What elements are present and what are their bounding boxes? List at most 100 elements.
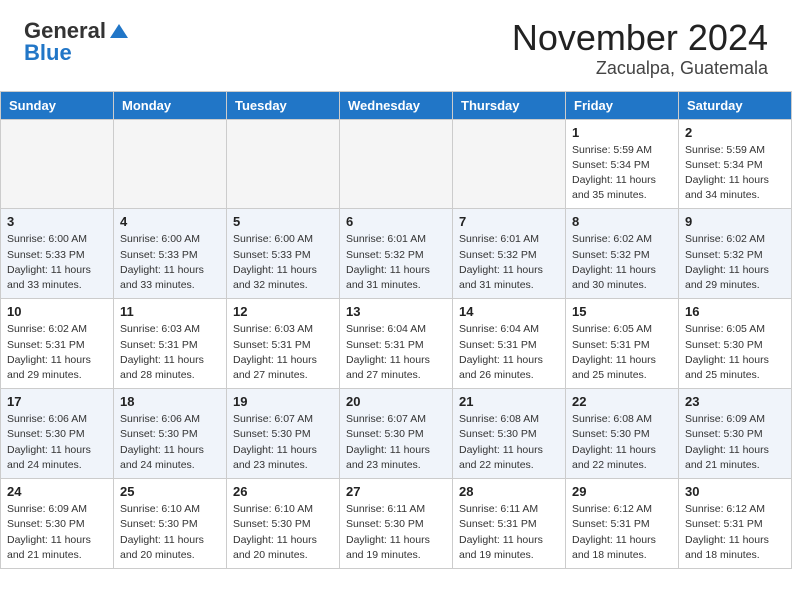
day-number: 20 — [346, 394, 446, 409]
calendar-cell: 29 Sunrise: 6:12 AMSunset: 5:31 PMDayligh… — [566, 479, 679, 569]
day-info: Sunrise: 6:00 AMSunset: 5:33 PMDaylight:… — [233, 232, 333, 293]
day-number: 16 — [685, 304, 785, 319]
day-number: 6 — [346, 214, 446, 229]
logo-blue-text: Blue — [24, 40, 72, 66]
calendar-cell: 30Sunrise: 6:12 AMSunset: 5:31 PMDayligh… — [679, 479, 792, 569]
day-number: 4 — [120, 214, 220, 229]
day-info: Sunrise: 6:11 AMSunset: 5:30 PMDaylight:… — [346, 502, 446, 563]
calendar-cell: 10 Sunrise: 6:02 AMSunset: 5:31 PMDayligh… — [1, 299, 114, 389]
day-number: 25 — [120, 484, 220, 499]
calendar-cell — [1, 119, 114, 209]
day-info: Sunrise: 6:03 AMSunset: 5:31 PMDaylight:… — [233, 322, 333, 383]
calendar-cell: 14 Sunrise: 6:04 AMSunset: 5:31 PMDayligh… — [453, 299, 566, 389]
day-number: 10 — [7, 304, 107, 319]
calendar-cell — [114, 119, 227, 209]
calendar-cell — [340, 119, 453, 209]
day-info: Sunrise: 6:02 AMSunset: 5:32 PMDaylight:… — [572, 232, 672, 293]
day-number: 19 — [233, 394, 333, 409]
calendar-cell — [453, 119, 566, 209]
calendar-cell: 20 Sunrise: 6:07 AMSunset: 5:30 PMDayligh… — [340, 389, 453, 479]
calendar-table: SundayMondayTuesdayWednesdayThursdayFrid… — [0, 91, 792, 569]
logo-icon — [108, 20, 130, 42]
calendar-header-row: SundayMondayTuesdayWednesdayThursdayFrid… — [1, 91, 792, 119]
day-number: 28 — [459, 484, 559, 499]
day-info: Sunrise: 5:59 AMSunset: 5:34 PMDaylight:… — [685, 143, 785, 204]
calendar-cell: 6 Sunrise: 6:01 AMSunset: 5:32 PMDaylight… — [340, 209, 453, 299]
calendar-cell: 13 Sunrise: 6:04 AMSunset: 5:31 PMDayligh… — [340, 299, 453, 389]
day-number: 26 — [233, 484, 333, 499]
day-info: Sunrise: 6:10 AMSunset: 5:30 PMDaylight:… — [233, 502, 333, 563]
day-info: Sunrise: 6:04 AMSunset: 5:31 PMDaylight:… — [346, 322, 446, 383]
day-info: Sunrise: 6:02 AMSunset: 5:32 PMDaylight:… — [685, 232, 785, 293]
calendar-week-row: 10 Sunrise: 6:02 AMSunset: 5:31 PMDayligh… — [1, 299, 792, 389]
calendar-cell: 4 Sunrise: 6:00 AMSunset: 5:33 PMDaylight… — [114, 209, 227, 299]
calendar-cell: 25 Sunrise: 6:10 AMSunset: 5:30 PMDayligh… — [114, 479, 227, 569]
calendar-cell: 28 Sunrise: 6:11 AMSunset: 5:31 PMDayligh… — [453, 479, 566, 569]
day-number: 15 — [572, 304, 672, 319]
day-number: 3 — [7, 214, 107, 229]
col-header-tuesday: Tuesday — [227, 91, 340, 119]
day-info: Sunrise: 6:12 AMSunset: 5:31 PMDaylight:… — [685, 502, 785, 563]
calendar-cell: 26 Sunrise: 6:10 AMSunset: 5:30 PMDayligh… — [227, 479, 340, 569]
day-info: Sunrise: 6:10 AMSunset: 5:30 PMDaylight:… — [120, 502, 220, 563]
day-number: 12 — [233, 304, 333, 319]
day-number: 22 — [572, 394, 672, 409]
day-info: Sunrise: 6:08 AMSunset: 5:30 PMDaylight:… — [459, 412, 559, 473]
day-info: Sunrise: 6:00 AMSunset: 5:33 PMDaylight:… — [120, 232, 220, 293]
calendar-cell: 1 Sunrise: 5:59 AMSunset: 5:34 PMDaylight… — [566, 119, 679, 209]
day-info: Sunrise: 6:03 AMSunset: 5:31 PMDaylight:… — [120, 322, 220, 383]
col-header-friday: Friday — [566, 91, 679, 119]
calendar-week-row: 24 Sunrise: 6:09 AMSunset: 5:30 PMDayligh… — [1, 479, 792, 569]
calendar-cell: 5Sunrise: 6:00 AMSunset: 5:33 PMDaylight… — [227, 209, 340, 299]
calendar-cell: 16 Sunrise: 6:05 AMSunset: 5:30 PMDayligh… — [679, 299, 792, 389]
calendar-cell: 2 Sunrise: 5:59 AMSunset: 5:34 PMDaylight… — [679, 119, 792, 209]
calendar-week-row: 3 Sunrise: 6:00 AMSunset: 5:33 PMDaylight… — [1, 209, 792, 299]
calendar-cell: 7Sunrise: 6:01 AMSunset: 5:32 PMDaylight… — [453, 209, 566, 299]
day-number: 18 — [120, 394, 220, 409]
day-number: 9 — [685, 214, 785, 229]
calendar-cell: 11 Sunrise: 6:03 AMSunset: 5:31 PMDayligh… — [114, 299, 227, 389]
page-header: General Blue November 2024 Zacualpa, Gua… — [0, 0, 792, 87]
month-title: November 2024 — [512, 18, 768, 58]
day-number: 24 — [7, 484, 107, 499]
day-number: 14 — [459, 304, 559, 319]
title-block: November 2024 Zacualpa, Guatemala — [512, 18, 768, 79]
day-info: Sunrise: 6:11 AMSunset: 5:31 PMDaylight:… — [459, 502, 559, 563]
calendar-cell: 23 Sunrise: 6:09 AMSunset: 5:30 PMDayligh… — [679, 389, 792, 479]
day-info: Sunrise: 6:05 AMSunset: 5:30 PMDaylight:… — [685, 322, 785, 383]
day-number: 23 — [685, 394, 785, 409]
day-info: Sunrise: 5:59 AMSunset: 5:34 PMDaylight:… — [572, 143, 672, 204]
col-header-sunday: Sunday — [1, 91, 114, 119]
calendar-cell: 3Sunrise: 6:00 AMSunset: 5:33 PMDaylight… — [1, 209, 114, 299]
day-info: Sunrise: 6:07 AMSunset: 5:30 PMDaylight:… — [346, 412, 446, 473]
col-header-thursday: Thursday — [453, 91, 566, 119]
day-info: Sunrise: 6:01 AMSunset: 5:32 PMDaylight:… — [346, 232, 446, 293]
day-info: Sunrise: 6:12 AMSunset: 5:31 PMDaylight:… — [572, 502, 672, 563]
logo: General Blue — [24, 18, 130, 66]
day-info: Sunrise: 6:04 AMSunset: 5:31 PMDaylight:… — [459, 322, 559, 383]
calendar-cell: 12 Sunrise: 6:03 AMSunset: 5:31 PMDayligh… — [227, 299, 340, 389]
day-info: Sunrise: 6:05 AMSunset: 5:31 PMDaylight:… — [572, 322, 672, 383]
day-number: 1 — [572, 125, 672, 140]
day-number: 11 — [120, 304, 220, 319]
col-header-wednesday: Wednesday — [340, 91, 453, 119]
day-number: 17 — [7, 394, 107, 409]
calendar-cell: 8Sunrise: 6:02 AMSunset: 5:32 PMDaylight… — [566, 209, 679, 299]
day-info: Sunrise: 6:09 AMSunset: 5:30 PMDaylight:… — [7, 502, 107, 563]
day-number: 13 — [346, 304, 446, 319]
day-number: 21 — [459, 394, 559, 409]
day-number: 2 — [685, 125, 785, 140]
day-info: Sunrise: 6:02 AMSunset: 5:31 PMDaylight:… — [7, 322, 107, 383]
calendar-week-row: 1 Sunrise: 5:59 AMSunset: 5:34 PMDaylight… — [1, 119, 792, 209]
calendar-cell: 24 Sunrise: 6:09 AMSunset: 5:30 PMDayligh… — [1, 479, 114, 569]
day-info: Sunrise: 6:09 AMSunset: 5:30 PMDaylight:… — [685, 412, 785, 473]
day-number: 27 — [346, 484, 446, 499]
calendar-cell: 15 Sunrise: 6:05 AMSunset: 5:31 PMDayligh… — [566, 299, 679, 389]
location-subtitle: Zacualpa, Guatemala — [512, 58, 768, 79]
calendar-cell: 19Sunrise: 6:07 AMSunset: 5:30 PMDayligh… — [227, 389, 340, 479]
calendar-cell: 21 Sunrise: 6:08 AMSunset: 5:30 PMDayligh… — [453, 389, 566, 479]
day-number: 29 — [572, 484, 672, 499]
calendar-cell — [227, 119, 340, 209]
day-info: Sunrise: 6:08 AMSunset: 5:30 PMDaylight:… — [572, 412, 672, 473]
col-header-saturday: Saturday — [679, 91, 792, 119]
